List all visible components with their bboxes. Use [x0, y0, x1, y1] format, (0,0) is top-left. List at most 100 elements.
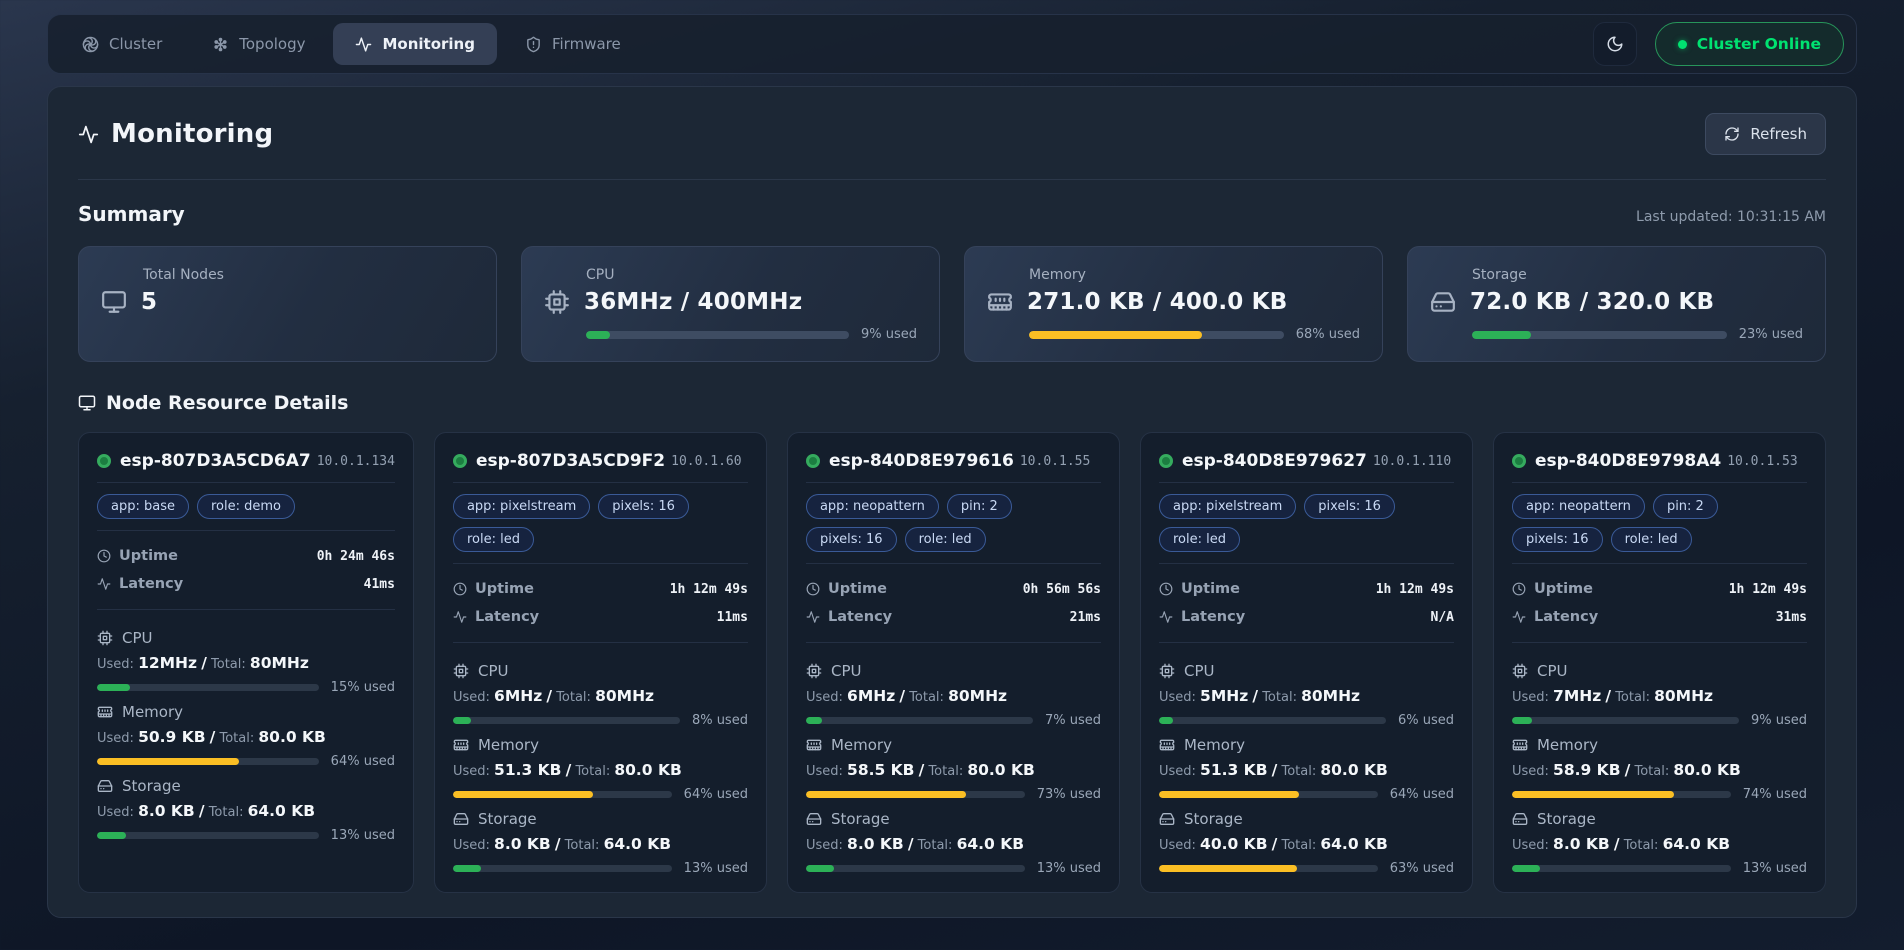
resource-total-value: 80.0 KB: [1673, 761, 1740, 779]
uptime-value: 1h 12m 49s: [1729, 582, 1807, 597]
resource-values: Used: 8.0 KB / Total: 64.0 KB: [806, 835, 1101, 853]
uptime-value: 1h 12m 49s: [1376, 582, 1454, 597]
summary-card: Storage 72.0 KB / 320.0 KB 23% used: [1407, 246, 1826, 362]
resource-section: Storage Used: 8.0 KB / Total: 64.0 KB 13…: [97, 777, 395, 843]
percent-used-label: 68% used: [1296, 327, 1360, 342]
latency-value: 11ms: [717, 610, 748, 625]
node-badge: pin: 2: [947, 494, 1012, 519]
top-nav: Cluster Topology Monitoring Firmware Clu…: [47, 14, 1857, 74]
resource-label: Memory: [831, 736, 892, 754]
theme-toggle-button[interactable]: [1593, 22, 1637, 66]
resource-section: CPU Used: 6MHz / Total: 80MHz 7% used: [806, 662, 1101, 728]
node-ip: 10.0.1.134: [317, 454, 395, 469]
divider: [97, 609, 395, 610]
progress-bar: 63% used: [1159, 861, 1454, 876]
activity-icon: [78, 124, 99, 145]
resource-values: Used: 58.9 KB / Total: 80.0 KB: [1512, 761, 1807, 779]
resource-values: Used: 6MHz / Total: 80MHz: [806, 687, 1101, 705]
resource-values: Used: 8.0 KB / Total: 64.0 KB: [97, 802, 395, 820]
resource-values: Used: 5MHz / Total: 80MHz: [1159, 687, 1454, 705]
node-badge: pixels: 16: [598, 494, 689, 519]
percent-used-label: 13% used: [1037, 861, 1101, 876]
resource-used-value: 51.3 KB: [1200, 761, 1267, 779]
clock-icon: [806, 582, 820, 596]
progress-bar: 68% used: [987, 327, 1360, 342]
latency-row: Latency N/A: [1159, 603, 1454, 631]
resource-values: Used: 12MHz / Total: 80MHz: [97, 654, 395, 672]
progress-bar: 13% used: [97, 828, 395, 843]
resource-total-value: 80MHz: [250, 654, 309, 672]
summary-card-label: Total Nodes: [101, 267, 474, 283]
progress-bar: 23% used: [1430, 327, 1803, 342]
nav-tab-label: Topology: [239, 35, 305, 53]
refresh-button[interactable]: Refresh: [1705, 113, 1826, 155]
cpu-icon: [453, 663, 469, 679]
divider: [97, 482, 395, 483]
nav-tab[interactable]: Monitoring: [333, 23, 496, 65]
resource-values: Used: 58.5 KB / Total: 80.0 KB: [806, 761, 1101, 779]
progress-bar: 64% used: [453, 787, 748, 802]
uptime-value: 0h 56m 56s: [1023, 582, 1101, 597]
latency-row: Latency 31ms: [1512, 603, 1807, 631]
percent-used-label: 13% used: [331, 828, 395, 843]
node-card: esp-807D3A5CD9F2 10.0.1.60 app: pixelstr…: [434, 432, 767, 893]
refresh-label: Refresh: [1750, 125, 1807, 143]
node-badge: app: pixelstream: [1159, 494, 1296, 519]
cluster-icon: [82, 36, 99, 53]
latency-value: N/A: [1431, 610, 1454, 625]
percent-used-label: 63% used: [1390, 861, 1454, 876]
resource-values: Used: 51.3 KB / Total: 80.0 KB: [453, 761, 748, 779]
status-dot-icon: [1678, 40, 1687, 49]
node-name: esp-807D3A5CD6A7: [120, 451, 311, 471]
resource-label: CPU: [478, 662, 509, 680]
resource-total-value: 80.0 KB: [1320, 761, 1387, 779]
resource-section: Memory Used: 51.3 KB / Total: 80.0 KB 64…: [1159, 736, 1454, 802]
storage-icon: [1430, 289, 1456, 315]
uptime-value: 0h 24m 46s: [317, 549, 395, 564]
uptime-row: Uptime 0h 56m 56s: [806, 575, 1101, 603]
resource-used-value: 8.0 KB: [847, 835, 904, 853]
cpu-icon: [544, 289, 570, 315]
summary-card-label: CPU: [544, 267, 917, 283]
resource-used-value: 6MHz: [847, 687, 895, 705]
resource-used-value: 50.9 KB: [138, 728, 205, 746]
node-badge: pixels: 16: [1304, 494, 1395, 519]
progress-bar: 9% used: [1512, 713, 1807, 728]
resource-label: Storage: [1537, 810, 1596, 828]
nav-tab[interactable]: Cluster: [60, 23, 184, 65]
nav-tab[interactable]: Topology: [190, 23, 327, 65]
progress-bar: 73% used: [806, 787, 1101, 802]
percent-used-label: 8% used: [692, 713, 748, 728]
resource-values: Used: 50.9 KB / Total: 80.0 KB: [97, 728, 395, 746]
uptime-row: Uptime 1h 12m 49s: [1512, 575, 1807, 603]
activity-icon: [1512, 610, 1526, 624]
resource-section: Memory Used: 58.5 KB / Total: 80.0 KB 73…: [806, 736, 1101, 802]
nav-tab[interactable]: Firmware: [503, 23, 643, 65]
summary-card-label: Memory: [987, 267, 1360, 283]
percent-used-label: 15% used: [331, 680, 395, 695]
latency-value: 41ms: [364, 577, 395, 592]
nav-tab-label: Cluster: [109, 35, 162, 53]
node-name: esp-807D3A5CD9F2: [476, 451, 665, 471]
nav-tab-label: Monitoring: [382, 35, 474, 53]
resource-total-value: 80MHz: [948, 687, 1007, 705]
percent-used-label: 23% used: [1739, 327, 1803, 342]
resource-total-value: 80.0 KB: [967, 761, 1034, 779]
percent-used-label: 7% used: [1045, 713, 1101, 728]
storage-icon: [1159, 811, 1175, 827]
summary-card-value: 271.0 KB / 400.0 KB: [1027, 289, 1287, 315]
node-online-dot: [97, 454, 111, 468]
divider: [1512, 642, 1807, 643]
activity-icon: [1159, 610, 1173, 624]
resource-section: Storage Used: 8.0 KB / Total: 64.0 KB 13…: [806, 810, 1101, 876]
percent-used-label: 74% used: [1743, 787, 1807, 802]
node-card: esp-807D3A5CD6A7 10.0.1.134 app: base ro…: [78, 432, 414, 893]
latency-row: Latency 11ms: [453, 603, 748, 631]
node-online-dot: [1159, 454, 1173, 468]
progress-bar: 64% used: [97, 754, 395, 769]
progress-bar: 6% used: [1159, 713, 1454, 728]
node-ip: 10.0.1.110: [1373, 454, 1451, 469]
percent-used-label: 73% used: [1037, 787, 1101, 802]
resource-total-value: 80MHz: [1301, 687, 1360, 705]
node-badges: app: neopattern pin: 2 pixels: 16 role: …: [1512, 494, 1807, 552]
